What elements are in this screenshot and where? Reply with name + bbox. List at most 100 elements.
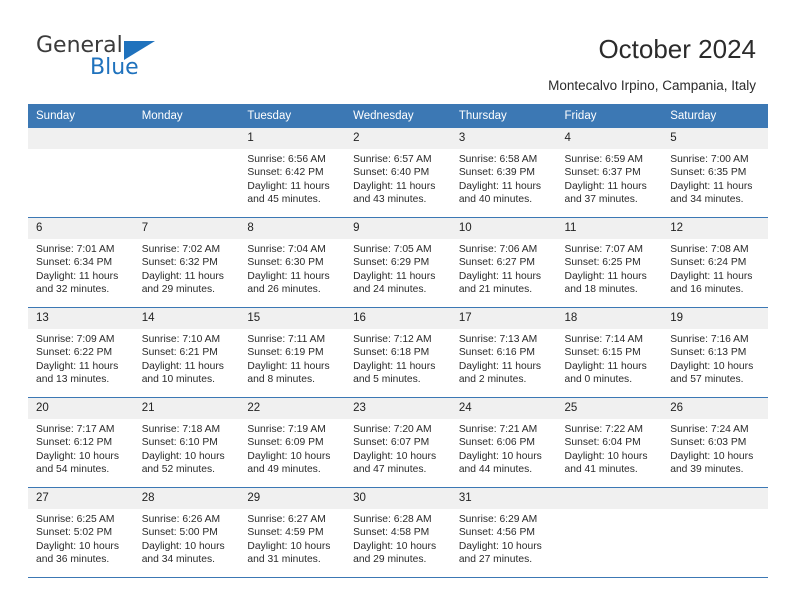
day-number: 16: [345, 308, 451, 329]
day-sun-info: Sunrise: 7:06 AM Sunset: 6:27 PM Daylight:…: [451, 239, 557, 296]
day-number: 21: [133, 398, 240, 419]
day-info-line: and 34 minutes.: [670, 193, 744, 205]
day-number: 9: [345, 218, 451, 239]
day-sun-info: Sunrise: 7:09 AM Sunset: 6:22 PM Daylight:…: [28, 329, 134, 386]
day-sun-info: Sunrise: 6:27 AM Sunset: 4:59 PM Daylight:…: [239, 509, 345, 566]
day-info-line: Daylight: 11 hours: [458, 270, 542, 282]
day-number: 7: [133, 218, 240, 239]
day-info-line: and 47 minutes.: [353, 463, 427, 475]
calendar-day-cell[interactable]: 14 Sunrise: 7:10 AM Sunset: 6:21 PM Dayligh…: [133, 307, 240, 398]
weekday-header-thursday: Thursday: [450, 104, 557, 128]
day-info-line: and 21 minutes.: [458, 283, 533, 295]
day-sun-info: [28, 149, 134, 153]
calendar-day-cell[interactable]: 7 Sunrise: 7:02 AM Sunset: 6:32 PM Daylight…: [133, 217, 240, 308]
calendar-day-cell[interactable]: 6 Sunrise: 7:01 AM Sunset: 6:34 PM Daylight…: [28, 217, 134, 308]
calendar-week-row: 20 Sunrise: 7:17 AM Sunset: 6:12 PM Dayligh…: [28, 397, 768, 488]
day-sun-info: Sunrise: 7:16 AM Sunset: 6:13 PM Daylight:…: [662, 329, 768, 386]
calendar-day-cell[interactable]: 9 Sunrise: 7:05 AM Sunset: 6:29 PM Daylight…: [345, 217, 451, 308]
calendar-day-cell[interactable]: 17 Sunrise: 7:13 AM Sunset: 6:16 PM Dayligh…: [450, 307, 557, 398]
day-info-line: and 34 minutes.: [141, 553, 215, 565]
day-number: [28, 128, 134, 149]
calendar-day-cell[interactable]: 29 Sunrise: 6:27 AM Sunset: 4:59 PM Dayligh…: [239, 487, 346, 578]
calendar-day-cell[interactable]: 22 Sunrise: 7:19 AM Sunset: 6:09 PM Dayligh…: [239, 397, 346, 488]
day-info-line: Daylight: 10 hours: [353, 540, 437, 552]
calendar-day-cell[interactable]: 19 Sunrise: 7:16 AM Sunset: 6:13 PM Dayligh…: [662, 307, 768, 398]
day-info-line: and 41 minutes.: [564, 463, 638, 475]
day-info-line: Daylight: 11 hours: [458, 180, 542, 192]
calendar-day-cell-empty: [133, 128, 240, 218]
calendar-day-cell[interactable]: 3 Sunrise: 6:58 AM Sunset: 6:39 PM Daylight…: [450, 128, 557, 218]
day-info-line: Sunrise: 7:22 AM: [564, 424, 643, 435]
day-info-line: Sunset: 4:56 PM: [458, 527, 535, 539]
day-info-line: Daylight: 10 hours: [564, 450, 648, 462]
day-info-line: and 44 minutes.: [458, 463, 533, 475]
page-header: General Blue October 2024 Montecalvo Irp…: [0, 0, 792, 96]
day-number: 18: [556, 308, 663, 329]
calendar-day-cell[interactable]: 25 Sunrise: 7:22 AM Sunset: 6:04 PM Dayligh…: [556, 397, 663, 488]
day-info-line: Sunrise: 7:20 AM: [353, 424, 432, 435]
day-info-line: Daylight: 11 hours: [141, 360, 224, 372]
weekday-header-monday: Monday: [133, 104, 240, 128]
calendar-day-cell[interactable]: 30 Sunrise: 6:28 AM Sunset: 4:58 PM Dayligh…: [345, 487, 451, 578]
day-info-line: Sunset: 6:07 PM: [353, 437, 430, 449]
day-info-line: Sunset: 6:40 PM: [353, 167, 430, 179]
day-info-line: Sunset: 5:00 PM: [141, 527, 218, 539]
calendar-day-cell[interactable]: 18 Sunrise: 7:14 AM Sunset: 6:15 PM Dayligh…: [556, 307, 663, 398]
day-info-line: Daylight: 10 hours: [141, 450, 225, 462]
day-info-line: Sunset: 6:25 PM: [564, 257, 641, 269]
day-number: 25: [556, 398, 663, 419]
calendar-day-cell[interactable]: 4 Sunrise: 6:59 AM Sunset: 6:37 PM Daylight…: [556, 128, 663, 218]
day-info-line: and 31 minutes.: [247, 553, 321, 565]
day-info-line: Sunset: 6:06 PM: [458, 437, 535, 449]
calendar-day-cell[interactable]: 8 Sunrise: 7:04 AM Sunset: 6:30 PM Daylight…: [239, 217, 346, 308]
calendar-day-cell[interactable]: 13 Sunrise: 7:09 AM Sunset: 6:22 PM Dayligh…: [28, 307, 134, 398]
day-info-line: and 49 minutes.: [247, 463, 321, 475]
day-info-line: and 29 minutes.: [141, 283, 215, 295]
calendar-day-cell[interactable]: 12 Sunrise: 7:08 AM Sunset: 6:24 PM Dayligh…: [662, 217, 768, 308]
calendar-day-cell[interactable]: 1 Sunrise: 6:56 AM Sunset: 6:42 PM Daylight…: [239, 128, 346, 218]
day-info-line: and 10 minutes.: [141, 373, 215, 385]
calendar-day-cell[interactable]: 31 Sunrise: 6:29 AM Sunset: 4:56 PM Dayligh…: [450, 487, 557, 578]
day-sun-info: Sunrise: 7:21 AM Sunset: 6:06 PM Daylight:…: [451, 419, 557, 476]
day-info-line: Sunrise: 6:27 AM: [247, 514, 326, 525]
day-info-line: Sunset: 6:22 PM: [36, 347, 113, 359]
day-info-line: Daylight: 11 hours: [36, 270, 119, 282]
day-number: 15: [239, 308, 346, 329]
calendar-day-cell[interactable]: 21 Sunrise: 7:18 AM Sunset: 6:10 PM Dayligh…: [133, 397, 240, 488]
calendar-day-cell[interactable]: 24 Sunrise: 7:21 AM Sunset: 6:06 PM Dayligh…: [450, 397, 557, 488]
day-info-line: Sunrise: 7:07 AM: [564, 244, 643, 255]
calendar-day-cell[interactable]: 5 Sunrise: 7:00 AM Sunset: 6:35 PM Daylight…: [662, 128, 768, 218]
weekday-header-row: Sunday Monday Tuesday Wednesday Thursday Frid…: [28, 104, 768, 128]
calendar-day-cell[interactable]: 10 Sunrise: 7:06 AM Sunset: 6:27 PM Dayligh…: [450, 217, 557, 308]
calendar-day-cell[interactable]: 28 Sunrise: 6:26 AM Sunset: 5:00 PM Dayligh…: [133, 487, 240, 578]
calendar-body: 1 Sunrise: 6:56 AM Sunset: 6:42 PM Daylight…: [28, 128, 768, 578]
day-info-line: Sunset: 6:16 PM: [458, 347, 535, 359]
day-sun-info: Sunrise: 7:01 AM Sunset: 6:34 PM Daylight:…: [28, 239, 134, 296]
day-sun-info: Sunrise: 7:17 AM Sunset: 6:12 PM Daylight:…: [28, 419, 134, 476]
day-info-line: and 5 minutes.: [353, 373, 421, 385]
day-info-line: Sunset: 6:13 PM: [670, 347, 747, 359]
day-info-line: Sunrise: 7:05 AM: [353, 244, 432, 255]
calendar-day-cell[interactable]: 15 Sunrise: 7:11 AM Sunset: 6:19 PM Dayligh…: [239, 307, 346, 398]
calendar-day-cell[interactable]: 26 Sunrise: 7:24 AM Sunset: 6:03 PM Dayligh…: [662, 397, 768, 488]
day-number: 2: [345, 128, 451, 149]
generalblue-logo[interactable]: General Blue: [36, 33, 206, 85]
calendar-day-cell[interactable]: 23 Sunrise: 7:20 AM Sunset: 6:07 PM Dayligh…: [345, 397, 451, 488]
day-sun-info: Sunrise: 7:00 AM Sunset: 6:35 PM Daylight:…: [662, 149, 768, 206]
day-info-line: Sunrise: 6:56 AM: [247, 154, 326, 165]
calendar-day-cell[interactable]: 27 Sunrise: 6:25 AM Sunset: 5:02 PM Dayligh…: [28, 487, 134, 578]
day-number: 13: [28, 308, 134, 329]
calendar-day-cell[interactable]: 2 Sunrise: 6:57 AM Sunset: 6:40 PM Daylight…: [345, 128, 451, 218]
day-info-line: Daylight: 11 hours: [247, 360, 330, 372]
calendar-day-cell[interactable]: 20 Sunrise: 7:17 AM Sunset: 6:12 PM Dayligh…: [28, 397, 134, 488]
day-info-line: Sunrise: 7:01 AM: [36, 244, 115, 255]
day-info-line: Sunrise: 7:10 AM: [141, 334, 221, 345]
day-info-line: Sunset: 6:12 PM: [36, 437, 113, 449]
day-number: 29: [239, 488, 346, 509]
calendar-day-cell[interactable]: 11 Sunrise: 7:07 AM Sunset: 6:25 PM Dayligh…: [556, 217, 663, 308]
day-sun-info: Sunrise: 7:08 AM Sunset: 6:24 PM Daylight:…: [662, 239, 768, 296]
day-info-line: Daylight: 11 hours: [353, 180, 436, 192]
day-sun-info: Sunrise: 7:20 AM Sunset: 6:07 PM Daylight:…: [345, 419, 451, 476]
day-info-line: Sunrise: 7:09 AM: [36, 334, 115, 345]
calendar-day-cell[interactable]: 16 Sunrise: 7:12 AM Sunset: 6:18 PM Dayligh…: [345, 307, 451, 398]
